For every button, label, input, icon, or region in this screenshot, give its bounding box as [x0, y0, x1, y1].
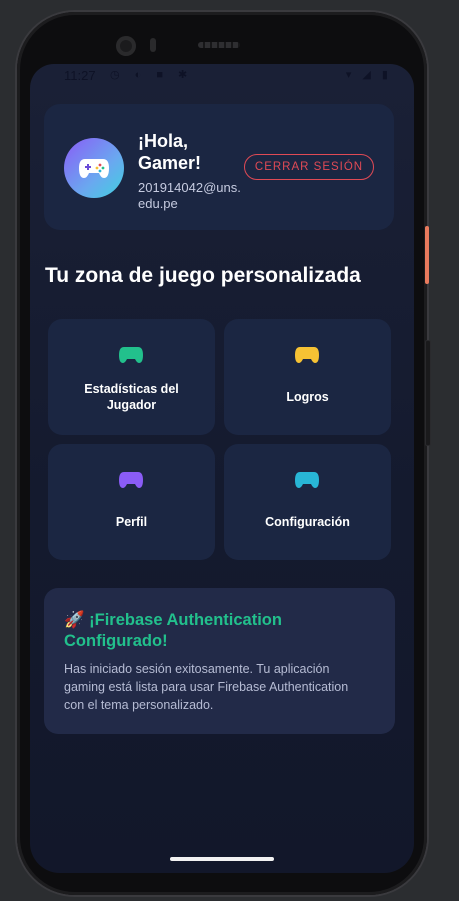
gamepad-icon [295, 472, 319, 488]
greeting-title: ¡Hola, Gamer! [138, 131, 202, 173]
tile-label: Configuración [265, 515, 350, 529]
tile-label: Logros [286, 390, 329, 404]
page-title: Tu zona de juego personalizada [45, 264, 361, 287]
info-body: Has iniciado sesión exitosamente. Tu apl… [64, 662, 349, 712]
tile-label: Estadísticas del Jugador [84, 382, 179, 412]
power-button[interactable] [425, 226, 429, 284]
tile-achievements[interactable]: Logros [224, 319, 391, 435]
home-indicator[interactable] [170, 857, 274, 861]
firebase-info-card: 🚀 ¡Firebase Authentication Configurado! … [44, 588, 395, 734]
status-time: 11:27 [64, 68, 96, 83]
logout-button[interactable]: CERRAR SESIÓN [244, 154, 374, 180]
volume-button[interactable] [425, 340, 431, 446]
status-system-icons: ▾ ◢ ▮ [345, 69, 392, 81]
gamepad-icon [79, 159, 109, 178]
user-email: 201914042@uns.edu.pe [138, 180, 241, 211]
status-notification-icons: ◷ ◐ ■ ✱ [110, 69, 194, 81]
emulator-toolbar [0, 0, 459, 8]
tile-profile[interactable]: Perfil [48, 444, 215, 560]
app-screen: 11:27 ◷ ◐ ■ ✱ ▾ ◢ ▮ ¡Hola, Gamer! 201914… [30, 64, 414, 873]
emulator-frame: 11:27 ◷ ◐ ■ ✱ ▾ ◢ ▮ ¡Hola, Gamer! 201914… [0, 0, 459, 901]
user-header-card: ¡Hola, Gamer! 201914042@uns.edu.pe CERRA… [44, 104, 394, 230]
front-camera [116, 36, 136, 56]
avatar [64, 138, 124, 198]
tile-label: Perfil [115, 515, 148, 529]
tile-settings[interactable]: Configuración [224, 444, 391, 560]
gamepad-icon [295, 347, 319, 363]
gamepad-icon [119, 472, 143, 488]
gamepad-icon [119, 347, 143, 363]
status-bar: 11:27 ◷ ◐ ■ ✱ ▾ ◢ ▮ [30, 64, 414, 86]
tile-player-stats[interactable]: Estadísticas del Jugador [48, 319, 215, 435]
earpiece-speaker [198, 42, 240, 48]
proximity-sensor [150, 38, 156, 52]
info-title: 🚀 ¡Firebase Authentication Configurado! [64, 611, 282, 650]
